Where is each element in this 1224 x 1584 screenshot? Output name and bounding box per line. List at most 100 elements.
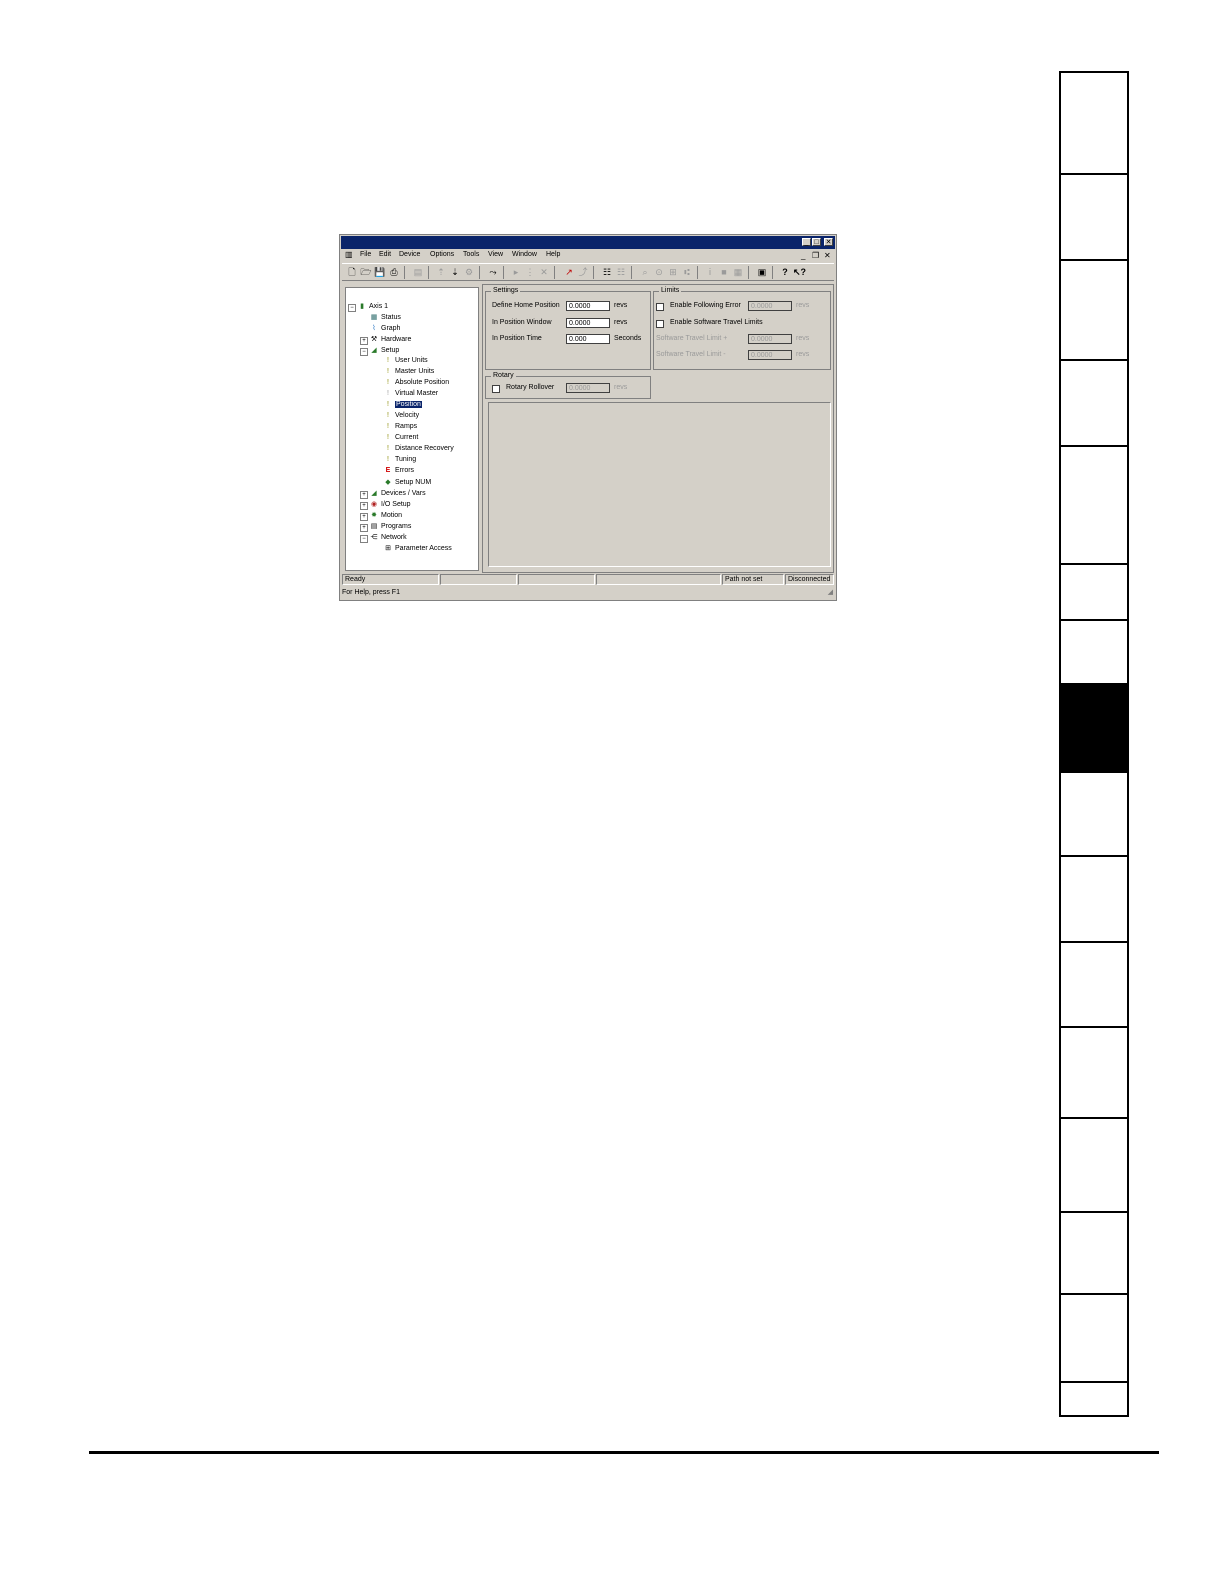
window-layout-icon[interactable]: ▣ xyxy=(756,266,768,278)
tree-item-axis1[interactable]: ▮ Axis 1 xyxy=(358,302,388,310)
network-icon: ⋲ xyxy=(370,534,378,541)
tree-item-virtual-master[interactable]: ǃ Virtual Master xyxy=(384,390,438,397)
settings-gear-icon[interactable]: ⚙ xyxy=(463,266,475,278)
tree-item-hardware[interactable]: ⚒ Hardware xyxy=(370,335,412,343)
io-setup-icon: ◉ xyxy=(370,501,378,508)
tree-item-graph[interactable]: ⌇ Graph xyxy=(370,324,400,332)
position-settings-pane: Settings Define Home Position 0.0000 rev… xyxy=(482,284,834,573)
menu-file[interactable]: File xyxy=(360,251,371,258)
tree-item-status[interactable]: ▦ Status xyxy=(370,313,401,321)
menu-device[interactable]: Device xyxy=(399,251,420,258)
properties-icon[interactable]: ☷ xyxy=(601,266,613,278)
parameter-icon: ǃ xyxy=(387,456,389,463)
menu-tools[interactable]: Tools xyxy=(463,251,479,258)
new-icon[interactable]: 🗋 xyxy=(346,266,358,278)
expand-motion-toggle[interactable]: + xyxy=(360,513,368,521)
bit-icon[interactable]: ⑆ xyxy=(681,266,693,278)
mdi-restore-button[interactable]: ❐ xyxy=(812,251,819,260)
tree-item-distance-recovery[interactable]: ǃ Distance Recovery xyxy=(384,445,454,452)
tree-item-motion[interactable]: ✸ Motion xyxy=(370,511,402,519)
tree-item-tuning[interactable]: ǃ Tuning xyxy=(384,456,416,463)
collapse-network-toggle[interactable]: − xyxy=(360,535,368,543)
compile-icon[interactable]: ▤ xyxy=(412,266,424,278)
app-icon[interactable]: ▥ xyxy=(345,250,353,259)
tree-item-velocity[interactable]: ǃ Velocity xyxy=(384,412,419,419)
watch-icon[interactable]: ⊙ xyxy=(653,266,665,278)
parameter-icon: ǃ xyxy=(387,379,389,386)
expand-devices-toggle[interactable]: + xyxy=(360,491,368,499)
travel-limit-minus-input[interactable]: 0.0000 xyxy=(748,350,792,360)
mdi-close-button[interactable]: ✕ xyxy=(824,251,831,260)
chart-icon[interactable]: ▦ xyxy=(732,266,744,278)
menu-options[interactable]: Options xyxy=(430,251,454,258)
section-tab xyxy=(1061,855,1127,941)
tree-item-ramps[interactable]: ǃ Ramps xyxy=(384,423,417,430)
upload-icon[interactable]: ⇡ xyxy=(435,266,447,278)
tree-item-master-units[interactable]: ǃ Master Units xyxy=(384,368,434,375)
tree-item-programs[interactable]: ▤ Programs xyxy=(370,522,412,530)
find-icon[interactable]: ⌕ xyxy=(639,266,651,278)
tree-item-user-units[interactable]: ǃ User Units xyxy=(384,357,428,364)
tree-item-setup[interactable]: ◢ Setup xyxy=(370,346,399,354)
parameter-icon: ǃ xyxy=(387,368,389,375)
info-icon[interactable]: ⅰ xyxy=(704,266,716,278)
define-home-label: Define Home Position xyxy=(492,302,560,309)
trace-icon[interactable]: ⤴ xyxy=(577,266,589,278)
open-icon[interactable]: 🗁 xyxy=(360,266,372,278)
title-bar[interactable]: _ □ ✕ xyxy=(341,236,835,249)
step-icon[interactable]: ⋮ xyxy=(524,266,536,278)
tree-item-network[interactable]: ⋲ Network xyxy=(370,533,407,541)
travel-limit-minus-label: Software Travel Limit - xyxy=(656,351,726,358)
rotary-rollover-checkbox[interactable] xyxy=(492,385,500,393)
define-home-input[interactable]: 0.0000 xyxy=(566,301,610,311)
expand-programs-toggle[interactable]: + xyxy=(360,524,368,532)
expand-io-toggle[interactable]: + xyxy=(360,502,368,510)
help-icon[interactable]: ? xyxy=(779,266,791,278)
following-error-input[interactable]: 0.0000 xyxy=(748,301,792,311)
collapse-setup-toggle[interactable]: − xyxy=(360,348,368,356)
status-path: Path not set xyxy=(722,574,784,585)
run-icon[interactable]: ▸ xyxy=(510,266,522,278)
block-icon[interactable]: ■ xyxy=(718,266,730,278)
enable-travel-limits-checkbox[interactable] xyxy=(656,320,664,328)
minimize-button[interactable]: _ xyxy=(802,238,811,246)
connect-icon[interactable]: ⤳ xyxy=(487,266,499,278)
menu-view[interactable]: View xyxy=(488,251,503,258)
tree-item-current[interactable]: ǃ Current xyxy=(384,434,418,441)
download-icon[interactable]: ⇣ xyxy=(449,266,461,278)
status-bar: Ready Path not set Disconnected xyxy=(342,574,834,585)
tree-item-errors[interactable]: E Errors xyxy=(384,467,414,474)
menu-bar: ▥ File Edit Device Options Tools View Wi… xyxy=(342,250,834,261)
stop-icon[interactable]: ✕ xyxy=(538,266,550,278)
project-tree[interactable]: − ▮ Axis 1 ▦ Status ⌇ Graph + ⚒ Hardware − ◢… xyxy=(345,287,479,571)
tree-item-absolute-position[interactable]: ǃ Absolute Position xyxy=(384,379,449,386)
travel-limit-plus-input[interactable]: 0.0000 xyxy=(748,334,792,344)
tree-item-setup-num[interactable]: ◆ Setup NUM xyxy=(384,478,431,486)
motion-icon[interactable]: ↗ xyxy=(563,266,575,278)
resize-grip-icon[interactable]: ◢ xyxy=(828,587,833,598)
menu-edit[interactable]: Edit xyxy=(379,251,391,258)
io-icon[interactable]: ⊞ xyxy=(667,266,679,278)
print-icon[interactable]: ⎙ xyxy=(388,266,400,278)
rotary-rollover-input[interactable]: 0.0000 xyxy=(566,383,610,393)
tree-item-io-setup[interactable]: ◉ I/O Setup xyxy=(370,500,411,508)
menu-help[interactable]: Help xyxy=(546,251,560,258)
parameters-icon[interactable]: ☷ xyxy=(615,266,627,278)
toolbar-separator xyxy=(772,266,773,279)
tree-item-position[interactable]: ǃ Position xyxy=(384,401,422,408)
context-help-icon[interactable]: ↖? xyxy=(793,266,806,278)
enable-following-error-checkbox[interactable] xyxy=(656,303,664,311)
save-icon[interactable]: 💾 xyxy=(374,266,386,278)
menu-window[interactable]: Window xyxy=(512,251,537,258)
tree-item-parameter-access[interactable]: ⊞ Parameter Access xyxy=(384,544,452,552)
mdi-minimize-button[interactable]: _ xyxy=(801,251,805,260)
tree-item-devices-vars[interactable]: ◢ Devices / Vars xyxy=(370,489,425,497)
in-position-time-input[interactable]: 0.000 xyxy=(566,334,610,344)
status-ready: Ready xyxy=(342,574,439,585)
close-button[interactable]: ✕ xyxy=(824,238,833,246)
setup-icon: ◢ xyxy=(371,347,377,354)
collapse-axis-toggle[interactable]: − xyxy=(348,304,356,312)
expand-hardware-toggle[interactable]: + xyxy=(360,337,368,345)
in-position-window-input[interactable]: 0.0000 xyxy=(566,318,610,328)
maximize-button[interactable]: □ xyxy=(812,238,821,246)
